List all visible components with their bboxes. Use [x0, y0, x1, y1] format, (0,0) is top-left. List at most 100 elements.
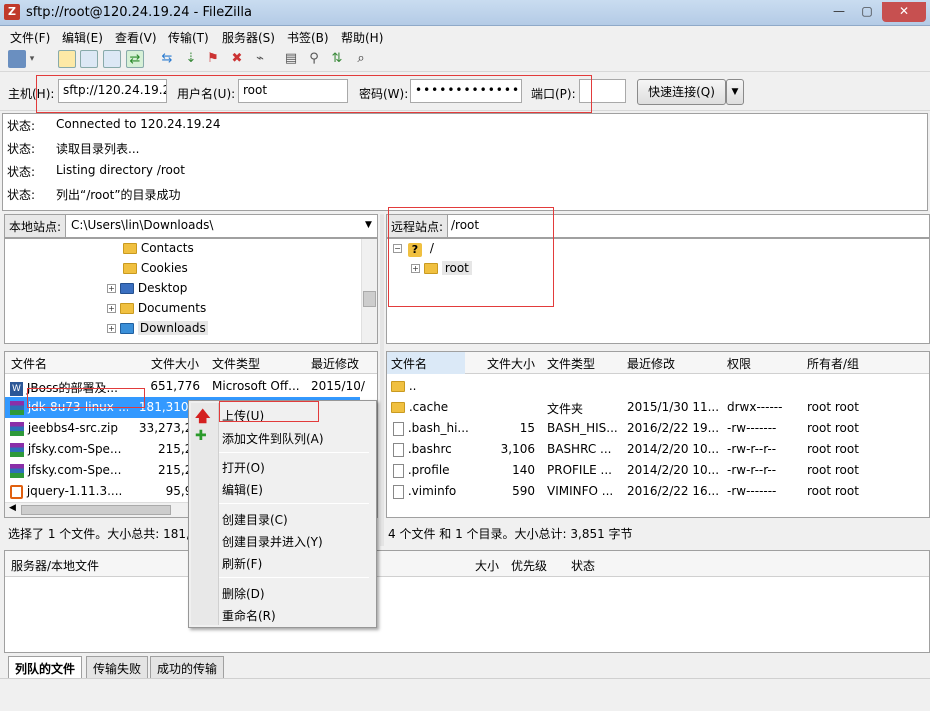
col-priority[interactable]: 优先级 [511, 557, 547, 574]
tree-item-root[interactable]: / [430, 241, 434, 255]
list-item[interactable]: .bash_hi... 15 BASH_HIS... 2016/2/22 19.… [387, 418, 929, 439]
collapse-icon[interactable]: − [393, 244, 402, 253]
local-tree-scrollbar[interactable] [361, 239, 377, 343]
context-menu: 🡅 上传(U) ✚ 添加文件到队列(A) 打开(O) 编辑(E) 创建目录(C)… [188, 400, 377, 628]
file-permissions: -rw-r--r-- [727, 442, 777, 456]
filter-icon[interactable]: ⚲ [305, 50, 323, 68]
col-owner[interactable]: 所有者/组 [807, 355, 859, 372]
maximize-button[interactable]: ▢ [854, 2, 880, 22]
tab-queued-files[interactable]: 列队的文件 [8, 656, 83, 678]
list-item[interactable]: .profile 140 PROFILE ... 2014/2/20 10...… [387, 460, 929, 481]
tab-failed-transfers[interactable]: 传输失败 [86, 656, 149, 678]
menu-item-create-directory[interactable]: 创建目录(C) [222, 511, 288, 528]
menu-item-upload[interactable]: 上传(U) [222, 407, 264, 424]
col-filename[interactable]: 文件名 [11, 355, 47, 372]
expand-icon[interactable]: + [107, 284, 116, 293]
tree-item-documents[interactable]: Documents [138, 301, 206, 315]
port-input[interactable] [579, 79, 626, 103]
menu-item-refresh[interactable]: 刷新(F) [222, 555, 262, 572]
menu-file[interactable]: 文件(F) [10, 29, 50, 46]
remote-path-input[interactable]: /root [451, 218, 479, 232]
menu-item-add-to-queue[interactable]: 添加文件到队列(A) [222, 430, 324, 447]
panel-splitter[interactable] [380, 214, 384, 546]
chevron-down-icon[interactable]: ▾ [28, 50, 36, 68]
col-size[interactable]: 大小 [475, 557, 499, 574]
menu-bookmarks[interactable]: 书签(B) [287, 29, 329, 46]
list-item[interactable]: .bashrc 3,106 BASHRC ... 2014/2/20 10...… [387, 439, 929, 460]
cancel-icon[interactable]: ⚑ [204, 50, 222, 68]
menu-item-edit[interactable]: 编辑(E) [222, 481, 263, 498]
menu-item-delete[interactable]: 删除(D) [222, 585, 265, 602]
log-key: 状态: [7, 165, 36, 179]
col-filename[interactable]: 文件名 [387, 352, 465, 374]
tree-item-root-folder[interactable]: root [441, 261, 472, 275]
disconnect-icon[interactable]: ✖ [228, 50, 246, 68]
col-modified[interactable]: 最近修改 [311, 355, 359, 372]
toggle-remote-tree-icon[interactable] [103, 50, 121, 68]
menu-edit[interactable]: 编辑(E) [62, 29, 103, 46]
refresh-icon[interactable]: ⇆ [158, 50, 176, 68]
menu-transfer[interactable]: 传输(T) [168, 29, 209, 46]
minimize-button[interactable]: — [826, 2, 852, 22]
list-item[interactable]: .. [387, 376, 929, 397]
file-permissions: -rw-r--r-- [727, 463, 777, 477]
toggle-local-tree-icon[interactable] [80, 50, 98, 68]
tree-item-downloads[interactable]: Downloads [137, 321, 208, 335]
reconnect-icon[interactable]: ⌁ [251, 50, 269, 68]
col-modified[interactable]: 最近修改 [627, 355, 675, 372]
folder-icon [123, 243, 137, 254]
tree-item-contacts[interactable]: Contacts [141, 241, 194, 255]
site-manager-icon[interactable] [8, 50, 26, 68]
menu-server[interactable]: 服务器(S) [222, 29, 275, 46]
find-icon[interactable]: ⌕ [352, 50, 370, 68]
tab-successful-transfers[interactable]: 成功的传输 [150, 656, 225, 678]
expand-icon[interactable]: + [107, 324, 116, 333]
tree-item-cookies[interactable]: Cookies [141, 261, 188, 275]
directory-compare-icon[interactable]: ▤ [282, 50, 300, 68]
expand-icon[interactable]: + [107, 304, 116, 313]
col-filesize[interactable]: 文件大小 [151, 355, 199, 372]
col-filetype[interactable]: 文件类型 [212, 355, 260, 372]
username-label: 用户名(U): [177, 87, 236, 101]
col-filetype[interactable]: 文件类型 [547, 355, 595, 372]
sync-browse-icon[interactable]: ⇅ [328, 50, 346, 68]
list-item[interactable]: .viminfo 590 VIMINFO ... 2016/2/22 16...… [387, 481, 929, 502]
menu-item-create-directory-enter[interactable]: 创建目录并进入(Y) [222, 533, 323, 550]
username-input[interactable]: root [238, 79, 348, 103]
col-server-local-file[interactable]: 服务器/本地文件 [11, 557, 99, 574]
unknown-host-icon: ? [408, 243, 422, 257]
quickconnect-history-dropdown-icon[interactable]: ▼ [726, 79, 744, 105]
expand-icon[interactable]: + [411, 264, 420, 273]
file-modified: 2015/10/ [311, 379, 365, 393]
menu-separator [219, 503, 369, 504]
menu-item-rename[interactable]: 重命名(R) [222, 607, 276, 624]
toolbar: ▾ ⇄ ⇆ ⇣ ⚑ ✖ ⌁ ▤ ⚲ ⇅ ⌕ [0, 46, 930, 72]
file-name: jdk-8u73-linux-... [27, 400, 128, 414]
chevron-down-icon[interactable]: ▼ [365, 220, 372, 230]
process-queue-icon[interactable]: ⇣ [182, 50, 200, 68]
col-status[interactable]: 状态 [571, 557, 595, 574]
scroll-thumb[interactable] [363, 291, 376, 307]
col-filesize[interactable]: 文件大小 [487, 355, 535, 372]
desktop-icon [120, 283, 134, 294]
password-input[interactable]: ••••••••••••• [410, 79, 522, 103]
tree-item-desktop[interactable]: Desktop [138, 281, 188, 295]
toggle-log-icon[interactable] [58, 50, 76, 68]
file-permissions: drwx------ [727, 400, 783, 414]
file-modified: 2015/1/30 11... [627, 400, 720, 414]
list-item[interactable]: .cache 文件夹 2015/1/30 11... drwx------ ro… [387, 397, 929, 418]
filezilla-app-icon: Z [4, 4, 20, 20]
close-button[interactable]: ✕ [882, 2, 926, 22]
file-icon [393, 484, 404, 499]
host-input[interactable]: sftp://120.24.19.24 [58, 79, 167, 103]
list-item[interactable]: W JBoss的部署及... 651,776 Microsoft Off... … [5, 376, 377, 397]
scroll-left-icon[interactable]: ◀ [9, 503, 16, 513]
menu-view[interactable]: 查看(V) [115, 29, 157, 46]
local-path-input[interactable]: C:\Users\lin\Downloads\ [71, 218, 213, 232]
quickconnect-button[interactable]: 快速连接(Q) [637, 79, 726, 105]
menu-help[interactable]: 帮助(H) [341, 29, 383, 46]
toggle-queue-icon[interactable]: ⇄ [126, 50, 144, 68]
scroll-thumb[interactable] [21, 505, 171, 515]
col-permissions[interactable]: 权限 [727, 355, 751, 372]
menu-item-open[interactable]: 打开(O) [222, 459, 265, 476]
